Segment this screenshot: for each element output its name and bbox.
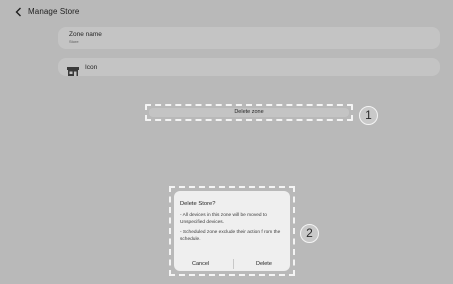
store-icon xyxy=(67,63,79,76)
cancel-button[interactable]: Cancel xyxy=(192,261,209,267)
delete-dialog: Delete Store? - All devices in this zone… xyxy=(174,191,290,271)
dialog-title: Delete Store? xyxy=(180,201,216,207)
dialog-message-1: - All devices in this zone will be moved… xyxy=(180,213,267,225)
delete-zone-button[interactable]: Delete zone xyxy=(149,108,349,117)
highlight-box-1: Delete zone xyxy=(145,104,353,121)
page-title: Manage Store xyxy=(28,7,80,16)
highlight-box-2: Delete Store? - All devices in this zone… xyxy=(169,186,295,276)
header: Manage Store xyxy=(0,0,453,24)
step-badge-2: 2 xyxy=(300,224,319,243)
icon-label: Icon xyxy=(85,63,98,71)
zone-name-field[interactable]: Zone name Store xyxy=(58,27,440,49)
step-badge-1: 1 xyxy=(359,106,378,125)
dialog-divider xyxy=(233,259,234,269)
delete-button[interactable]: Delete xyxy=(256,261,272,267)
zone-name-value: Store xyxy=(69,39,79,44)
icon-field[interactable]: Icon xyxy=(58,58,440,76)
dialog-message-2: - Scheduled zone exclude their action f … xyxy=(180,230,281,242)
zone-name-label: Zone name xyxy=(69,31,102,38)
back-icon[interactable] xyxy=(13,6,25,18)
